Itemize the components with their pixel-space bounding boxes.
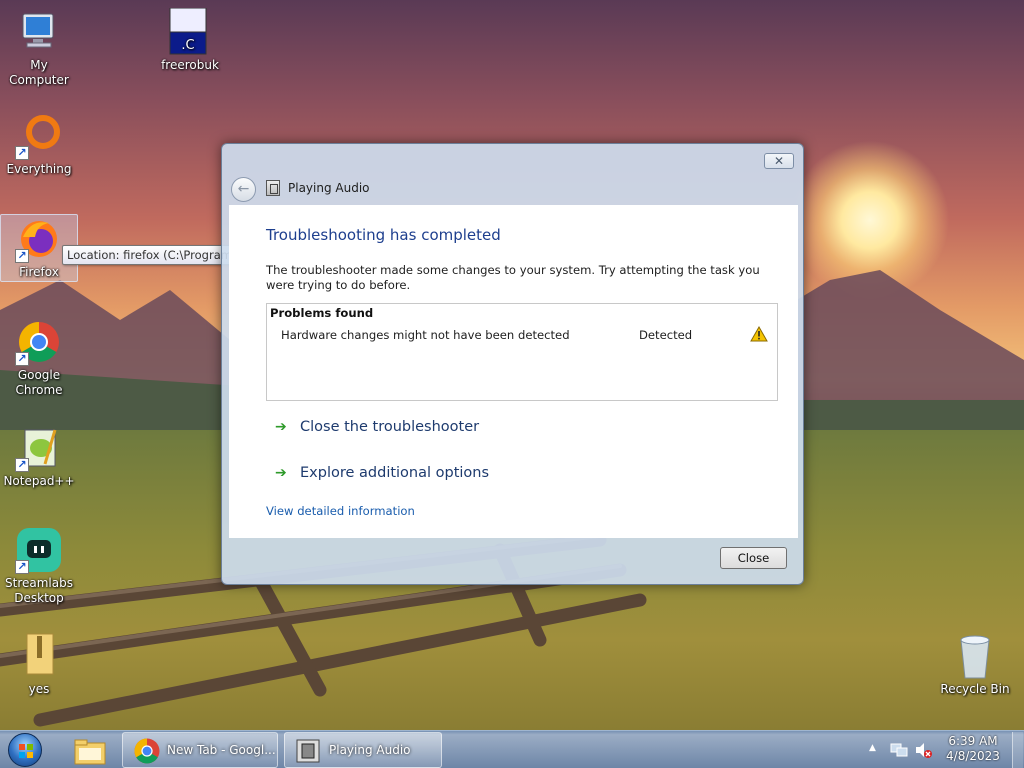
system-clock[interactable]: 6:39 AM 4/8/2023 <box>940 734 1006 764</box>
troubleshooter-app-icon <box>266 180 280 196</box>
desktop-icon-freerobuk[interactable]: .C freerobuk <box>151 7 229 73</box>
recycle-bin-icon <box>951 632 999 680</box>
content-pane: Troubleshooting has completed The troubl… <box>229 205 798 538</box>
problems-found-box: Problems found Hardware changes might no… <box>266 303 778 401</box>
close-button[interactable]: Close <box>720 547 787 569</box>
desktop-icon-label: Recycle Bin <box>940 682 1010 696</box>
streamlabs-icon: ↗ <box>15 526 63 574</box>
clock-time: 6:39 AM <box>948 734 998 748</box>
taskbar-explorer-button[interactable] <box>66 732 112 768</box>
chrome-icon <box>134 738 160 764</box>
desktop-icon-yes[interactable]: yes <box>0 632 78 697</box>
desktop-icon-label: Everything <box>6 162 72 176</box>
command-label: Explore additional options <box>300 465 490 481</box>
show-desktop-button[interactable] <box>1012 732 1023 768</box>
desktop-icon-everything[interactable]: ↗ Everything <box>0 112 78 177</box>
green-arrow-icon: ➔ <box>275 419 287 435</box>
shortcut-arrow-icon: ↗ <box>15 146 29 160</box>
problem-status: Detected <box>639 328 693 342</box>
desktop-icon-label: freerobuk <box>161 58 219 72</box>
desktop-icon-label: Notepad++ <box>3 474 75 488</box>
result-description: The troubleshooter made some changes to … <box>266 263 760 292</box>
desktop-icon-label: Streamlabs Desktop <box>5 576 73 605</box>
taskbar-button-label: New Tab - Googl... <box>167 743 276 757</box>
window-close-button[interactable]: ✕ <box>764 153 794 169</box>
network-icon[interactable] <box>890 741 908 759</box>
clock-date: 4/8/2023 <box>946 749 1000 763</box>
start-button[interactable] <box>5 732 47 768</box>
chrome-icon: ↗ <box>15 318 63 366</box>
explore-options-command[interactable]: ➔ Explore additional options <box>275 461 489 485</box>
taskbar: New Tab - Googl... Playing Audio ▲ 6:39 … <box>0 730 1024 768</box>
desktop-icon-my-computer[interactable]: My Computer <box>0 8 78 88</box>
volume-muted-icon[interactable] <box>914 741 932 759</box>
warning-icon <box>750 326 768 342</box>
everything-icon: ↗ <box>15 112 63 160</box>
green-arrow-icon: ➔ <box>275 465 287 481</box>
problems-header: Problems found <box>270 306 374 320</box>
desktop-icon-label: Firefox <box>19 265 59 279</box>
taskbar-button-label: Playing Audio <box>329 743 411 757</box>
problem-name: Hardware changes might not have been det… <box>281 328 570 342</box>
windows-logo-icon <box>8 733 42 767</box>
computer-icon <box>15 8 63 56</box>
view-detailed-information-link[interactable]: View detailed information <box>266 504 415 518</box>
firefox-icon: ↗ <box>15 215 63 263</box>
c-file-glyph: .C <box>181 38 194 53</box>
desktop-icon-label: Google Chrome <box>15 368 63 397</box>
show-hidden-icons-arrow-icon[interactable]: ▲ <box>869 743 876 753</box>
shortcut-arrow-icon: ↗ <box>15 560 29 574</box>
taskbar-playing-audio-button[interactable]: Playing Audio <box>284 732 442 768</box>
shortcut-arrow-icon: ↗ <box>15 249 29 263</box>
desktop-icon-google-chrome[interactable]: ↗ Google Chrome <box>0 318 78 398</box>
taskbar-chrome-button[interactable]: New Tab - Googl... <box>122 732 278 768</box>
back-arrow-icon[interactable]: ← <box>231 177 256 202</box>
window-title: Playing Audio <box>288 181 370 195</box>
troubleshooter-app-icon <box>296 739 320 763</box>
desktop-icon-recycle-bin[interactable]: Recycle Bin <box>936 632 1014 697</box>
c-file-icon: .C <box>166 7 214 56</box>
close-troubleshooter-command[interactable]: ➔ Close the troubleshooter <box>275 415 479 439</box>
desktop-icon-label: yes <box>28 682 50 696</box>
folder-icon <box>74 739 106 765</box>
shortcut-arrow-icon: ↗ <box>15 458 29 472</box>
shortcut-arrow-icon: ↗ <box>15 352 29 366</box>
command-label: Close the troubleshooter <box>300 419 480 435</box>
notepad-plus-plus-icon: ↗ <box>15 424 63 472</box>
desktop-icon-streamlabs-desktop[interactable]: ↗ Streamlabs Desktop <box>0 526 78 606</box>
desktop-icon-notepad-plus-plus[interactable]: ↗ Notepad++ <box>0 424 78 489</box>
page-title: Troubleshooting has completed <box>266 226 501 244</box>
zip-folder-icon <box>15 632 63 680</box>
desktop-icon-label: My Computer <box>9 58 69 87</box>
troubleshooter-window: ✕ ← Playing Audio Troubleshooting has co… <box>221 143 804 585</box>
